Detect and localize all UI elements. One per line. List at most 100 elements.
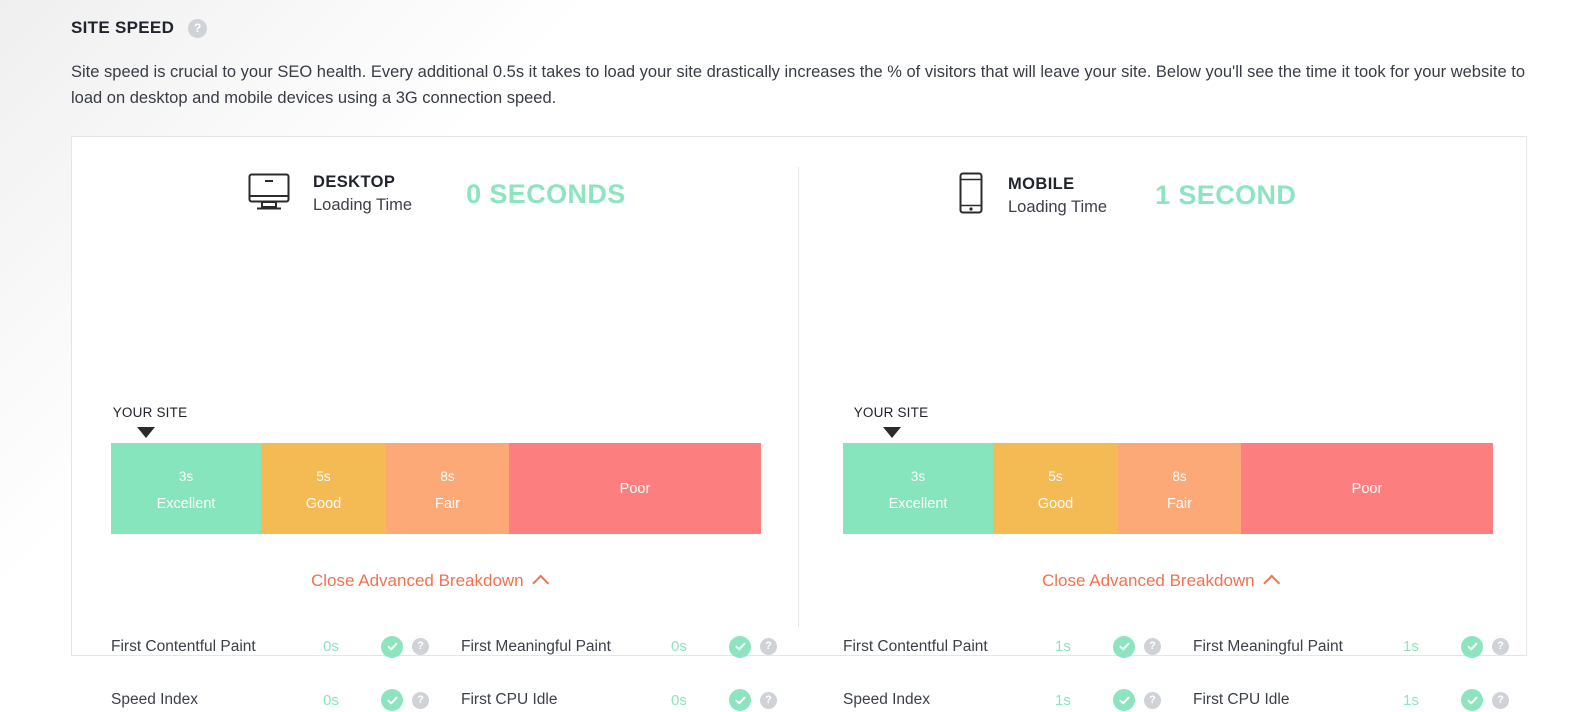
scale-segment-fair: 8s Fair (386, 443, 509, 534)
scale-segment-poor: Poor (509, 443, 761, 534)
toggle-label: Close Advanced Breakdown (1042, 571, 1255, 590)
scale-segment-fair: 8s Fair (1118, 443, 1241, 534)
mobile-metrics: First Contentful Paint 1s ? Speed Index … (843, 620, 1570, 712)
metrics-column-2: First Meaningful Paint 1s ? First CPU Id… (1193, 620, 1533, 712)
section-description: Site speed is crucial to your SEO health… (71, 63, 1525, 107)
help-icon[interactable]: ? (412, 691, 429, 709)
check-icon (1461, 635, 1483, 658)
scale-segment-excellent: 3s Excellent (111, 443, 261, 534)
metrics-column-1: First Contentful Paint 1s ? Speed Index … (843, 620, 1193, 712)
segment-value: 5s (1048, 468, 1063, 484)
section-header: SITE SPEED ? (71, 18, 208, 38)
metric-label: First Contentful Paint (111, 637, 256, 655)
check-icon (381, 635, 403, 658)
metric-value: 0s (671, 638, 687, 656)
metric-row: First Meaningful Paint 1s ? (1193, 620, 1533, 674)
help-icon[interactable]: ? (1492, 691, 1509, 709)
mobile-labels: MOBILE Loading Time (1008, 173, 1107, 219)
check-icon (1461, 689, 1483, 712)
metric-value: 1s (1403, 691, 1419, 709)
metric-label: First Meaningful Paint (1193, 637, 1343, 655)
speed-scale-bar: 3s Excellent 5s Good 8s Fair Poor (111, 443, 761, 534)
mobile-toggle-advanced-breakdown[interactable]: Close Advanced Breakdown (1042, 571, 1280, 592)
help-icon[interactable]: ? (760, 691, 777, 709)
metric-value: 1s (1055, 691, 1071, 709)
metric-row: Speed Index 1s ? (843, 674, 1193, 712)
help-icon[interactable]: ? (1144, 691, 1161, 709)
check-icon (729, 689, 751, 712)
metric-row: First Contentful Paint 0s ? (111, 620, 461, 674)
segment-name: Poor (619, 480, 651, 497)
metrics-column-1: First Contentful Paint 0s ? Speed Index … (111, 620, 461, 712)
check-icon (1113, 635, 1135, 658)
your-site-label: YOUR SITE (112, 405, 188, 420)
metric-value: 1s (1055, 638, 1071, 656)
scale-segment-excellent: 3s Excellent (843, 443, 993, 534)
help-icon[interactable]: ? (412, 638, 429, 656)
scale-segment-poor: Poor (1241, 443, 1493, 534)
metric-row: First Meaningful Paint 0s ? (461, 620, 801, 674)
your-site-marker (137, 427, 155, 438)
metrics-column-2: First Meaningful Paint 0s ? First CPU Id… (461, 620, 801, 712)
chevron-up-icon (1262, 574, 1280, 592)
metric-label: Speed Index (111, 691, 199, 709)
segment-name: Fair (435, 495, 460, 512)
device-name: MOBILE (1008, 174, 1075, 193)
segment-name: Good (1037, 495, 1074, 512)
device-name: DESKTOP (313, 173, 396, 191)
segment-value: 5s (316, 468, 331, 484)
scale-segment-good: 5s Good (993, 443, 1118, 534)
help-icon[interactable]: ? (1492, 638, 1509, 656)
metric-row: First CPU Idle 0s ? (461, 674, 801, 712)
site-speed-page: SITE SPEED ? Site speed is crucial to yo… (0, 0, 1583, 712)
desktop-labels: DESKTOP Loading Time (313, 171, 412, 217)
metric-label: First Contentful Paint (843, 637, 988, 655)
metric-value: 0s (323, 638, 339, 656)
segment-value: 8s (1172, 468, 1187, 484)
check-icon (381, 689, 403, 712)
site-speed-card: DESKTOP Loading Time 0 SECONDS YOUR SITE… (71, 136, 1527, 712)
mobile-header: MOBILE Loading Time 1 SECOND (956, 171, 1296, 220)
segment-name: Excellent (888, 495, 948, 512)
desktop-toggle-advanced-breakdown[interactable]: Close Advanced Breakdown (311, 571, 549, 592)
segment-value: 3s (178, 468, 194, 484)
desktop-loading-time: 0 SECONDS (466, 178, 626, 209)
desktop-header: DESKTOP Loading Time 0 SECONDS (247, 171, 626, 217)
your-site-label: YOUR SITE (853, 405, 929, 420)
page-title: SITE SPEED (71, 18, 175, 37)
metric-value: 0s (671, 691, 687, 709)
mobile-loading-time: 1 SECOND (1155, 180, 1297, 210)
segment-name: Good (305, 495, 342, 512)
scale-segment-good: 5s Good (261, 443, 386, 534)
metric-label: First CPU Idle (1193, 691, 1290, 709)
chevron-up-icon (531, 574, 549, 592)
metric-label: Speed Index (843, 691, 931, 709)
desktop-metrics: First Contentful Paint 0s ? Speed Index … (111, 620, 838, 712)
segment-name: Poor (1351, 480, 1383, 497)
speed-scale-bar: 3s Excellent 5s Good 8s Fair Poor (843, 443, 1493, 534)
help-icon[interactable]: ? (188, 18, 208, 38)
desktop-monitor-icon (247, 172, 291, 217)
check-icon (1113, 689, 1135, 712)
metric-label: First Meaningful Paint (461, 637, 611, 655)
segment-value: 3s (910, 468, 926, 484)
toggle-label: Close Advanced Breakdown (311, 571, 524, 590)
desktop-panel: DESKTOP Loading Time 0 SECONDS YOUR SITE… (72, 137, 799, 712)
segment-name: Fair (1167, 495, 1192, 512)
metric-value: 1s (1403, 638, 1419, 656)
metric-label: First CPU Idle (461, 691, 558, 709)
device-subtitle: Loading Time (1008, 197, 1108, 216)
help-icon[interactable]: ? (1144, 638, 1161, 656)
device-subtitle: Loading Time (313, 196, 413, 214)
segment-value: 8s (440, 468, 455, 484)
segment-name: Excellent (156, 495, 216, 512)
metric-row: First CPU Idle 1s ? (1193, 674, 1533, 712)
metric-row: Speed Index 0s ? (111, 674, 461, 712)
metric-row: First Contentful Paint 1s ? (843, 620, 1193, 674)
help-icon[interactable]: ? (760, 638, 777, 656)
metric-value: 0s (323, 691, 339, 709)
check-icon (729, 635, 751, 658)
mobile-panel: MOBILE Loading Time 1 SECOND YOUR SITE 3… (799, 137, 1526, 712)
mobile-phone-icon (956, 171, 986, 220)
your-site-marker (883, 427, 901, 438)
